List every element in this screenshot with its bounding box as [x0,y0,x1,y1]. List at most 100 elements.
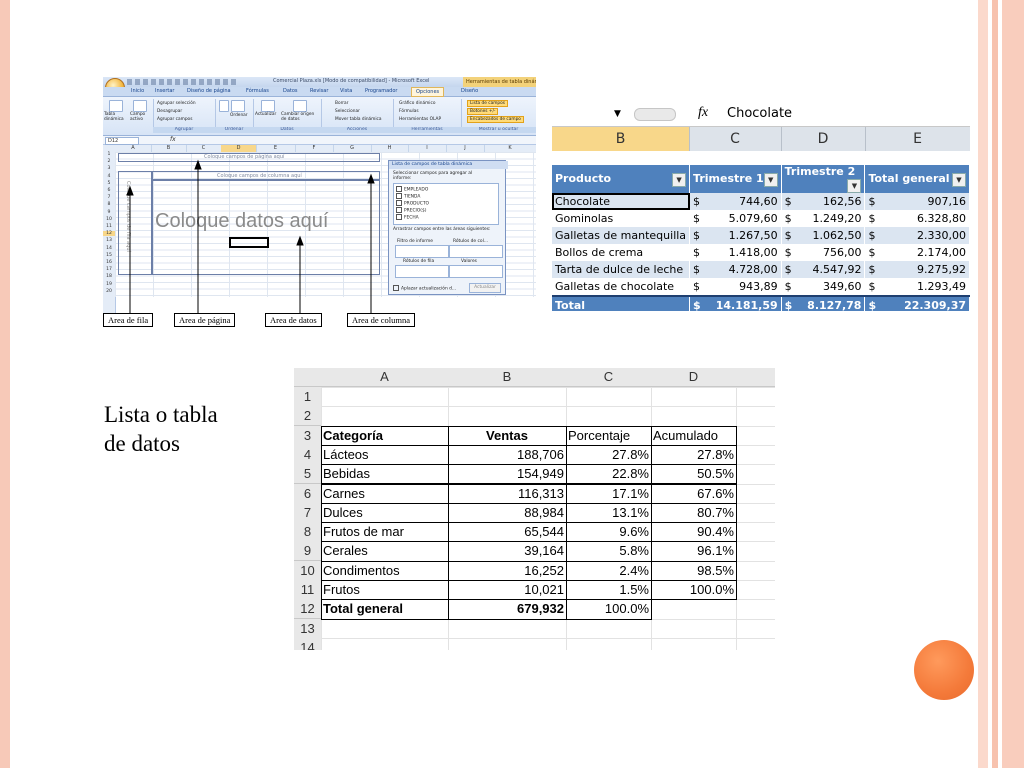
formula-value[interactable]: Chocolate [727,106,792,121]
arrow-head-datos [296,235,304,246]
cell-border [566,464,652,485]
trimestre-1-cell[interactable]: $1.267,50 [689,227,782,244]
row-header-6[interactable]: 6 [294,483,322,504]
cell-border [448,502,567,524]
total-cell[interactable]: $2.174,00 [864,244,970,261]
product-cell[interactable]: Chocolate [552,193,691,210]
header-cell-border [321,425,449,446]
trimestre-1-cell[interactable]: $1.418,00 [689,244,782,261]
left-border-bar [0,0,10,768]
column-header-d[interactable]: D [651,368,737,387]
trimestre-2-cell[interactable]: $4.547,92 [781,261,866,278]
product-cell[interactable]: Tarta de dulce de leche [552,261,691,278]
amount-value: 1.293,49 [917,280,966,293]
amount: $1.249,20 [785,212,862,225]
column-header-a[interactable]: A [321,368,449,387]
pivot-header-cell[interactable]: Total general ▼ [864,165,970,193]
column-header-c[interactable]: C [566,368,652,387]
filter-dropdown-icon[interactable]: ▼ [763,172,778,187]
total-cell[interactable]: $6.328,80 [864,210,970,227]
trimestre-2-cell[interactable]: $1.062,50 [781,227,866,244]
row-header-9[interactable]: 9 [294,541,322,562]
amount-value: 2.174,00 [917,246,966,259]
cell-border [651,580,737,601]
product-cell[interactable]: Galletas de chocolate [552,278,691,296]
row-header-11[interactable]: 11 [294,580,322,600]
formula-bar-grip[interactable] [634,108,676,121]
pivot-header-cell[interactable]: Trimestre 1 ▼ [689,165,782,193]
pivot-header-cell[interactable]: Trimestre 2 ▼ [781,165,866,193]
amount: $9.275,92 [868,263,966,276]
row-header-13[interactable]: 13 [294,618,322,639]
filter-dropdown-icon[interactable]: ▼ [672,172,687,187]
callout-area-datos: Area de datos [265,313,322,327]
row-header-3[interactable]: 3 [294,425,322,446]
product-cell[interactable]: Galletas de mantequilla [552,227,691,244]
trimestre-1-cell[interactable]: $5.079,60 [689,210,782,227]
total-trimestre-1-cell[interactable]: $14.181,59 [689,295,782,311]
cell-border [321,560,449,581]
amount: $756,00 [785,246,862,259]
total-label-cell[interactable]: Total [552,295,691,311]
row-header-1[interactable]: 1 [294,387,322,407]
row-header-14[interactable]: 14 [294,637,322,650]
total-cell[interactable]: $1.293,49 [864,278,970,296]
row-header-4[interactable]: 4 [294,444,322,465]
product-cell[interactable]: Gominolas [552,210,691,227]
amount-value: 8.127,78 [807,299,862,311]
total-cell[interactable]: $907,16 [864,193,970,210]
column-header-c[interactable]: C [689,127,782,151]
product-cell[interactable]: Bollos de crema [552,244,691,261]
cell-border [321,599,449,620]
currency-symbol: $ [693,280,701,293]
cell-border [651,483,737,504]
filter-dropdown-icon[interactable]: ▼ [952,172,966,187]
amount-value: 744,60 [739,195,778,208]
currency-symbol: $ [868,229,876,242]
cell-border [448,483,567,504]
column-header-e[interactable]: E [865,127,970,151]
trimestre-2-cell[interactable]: $1.249,20 [781,210,866,227]
cell-border [321,541,449,562]
currency-symbol: $ [784,195,792,208]
column-header-b[interactable]: B [448,368,567,387]
column-header-e[interactable] [736,368,775,387]
name-box-dropdown-icon[interactable]: ▼ [614,109,621,119]
arrow-head-columna [367,173,375,184]
trimestre-1-cell[interactable]: $943,89 [689,278,782,296]
amount: $14.181,59 [693,299,778,311]
cell-border [566,522,652,543]
row-header-2[interactable]: 2 [294,406,322,427]
select-all-corner[interactable] [294,368,322,387]
trimestre-2-cell[interactable]: $162,56 [781,193,866,210]
row-header-10[interactable]: 10 [294,560,322,581]
grand-total-cell[interactable]: $22.309,37 [864,295,970,311]
pivot-header-cell[interactable]: Producto ▼ [552,165,691,193]
pivot-header-label: Producto [555,171,612,185]
cell-border [448,580,567,601]
column-header-b[interactable]: B [552,127,690,151]
trimestre-1-cell[interactable]: $744,60 [689,193,782,210]
amount-value: 9.275,92 [917,263,966,276]
total-trimestre-2-cell[interactable]: $8.127,78 [781,295,866,311]
total-cell[interactable]: $9.275,92 [864,261,970,278]
filter-dropdown-icon[interactable]: ▼ [847,179,862,193]
right-stripe-2 [992,0,998,768]
formula-bar: ▼ fx Chocolate [552,102,970,127]
row-header-12[interactable]: 12 [294,599,322,620]
total-cell[interactable]: $2.330,00 [864,227,970,244]
row-header-5[interactable]: 5 [294,464,322,485]
table-row: Galletas de chocolate $943,89 $349,60 $1.29… [552,278,970,296]
trimestre-2-cell[interactable]: $756,00 [781,244,866,261]
amount-value: 1.267,50 [728,229,778,242]
trimestre-2-cell[interactable]: $349,60 [781,278,866,296]
column-header-d[interactable]: D [781,127,866,151]
cell-border [566,444,652,466]
amount: $1.267,50 [693,229,778,242]
trimestre-1-cell[interactable]: $4.728,00 [689,261,782,278]
arrow-head-pagina [194,159,202,170]
row-header-7[interactable]: 7 [294,502,322,523]
amount: $1.418,00 [693,246,778,259]
cell-border [651,464,737,485]
row-header-8[interactable]: 8 [294,522,322,543]
